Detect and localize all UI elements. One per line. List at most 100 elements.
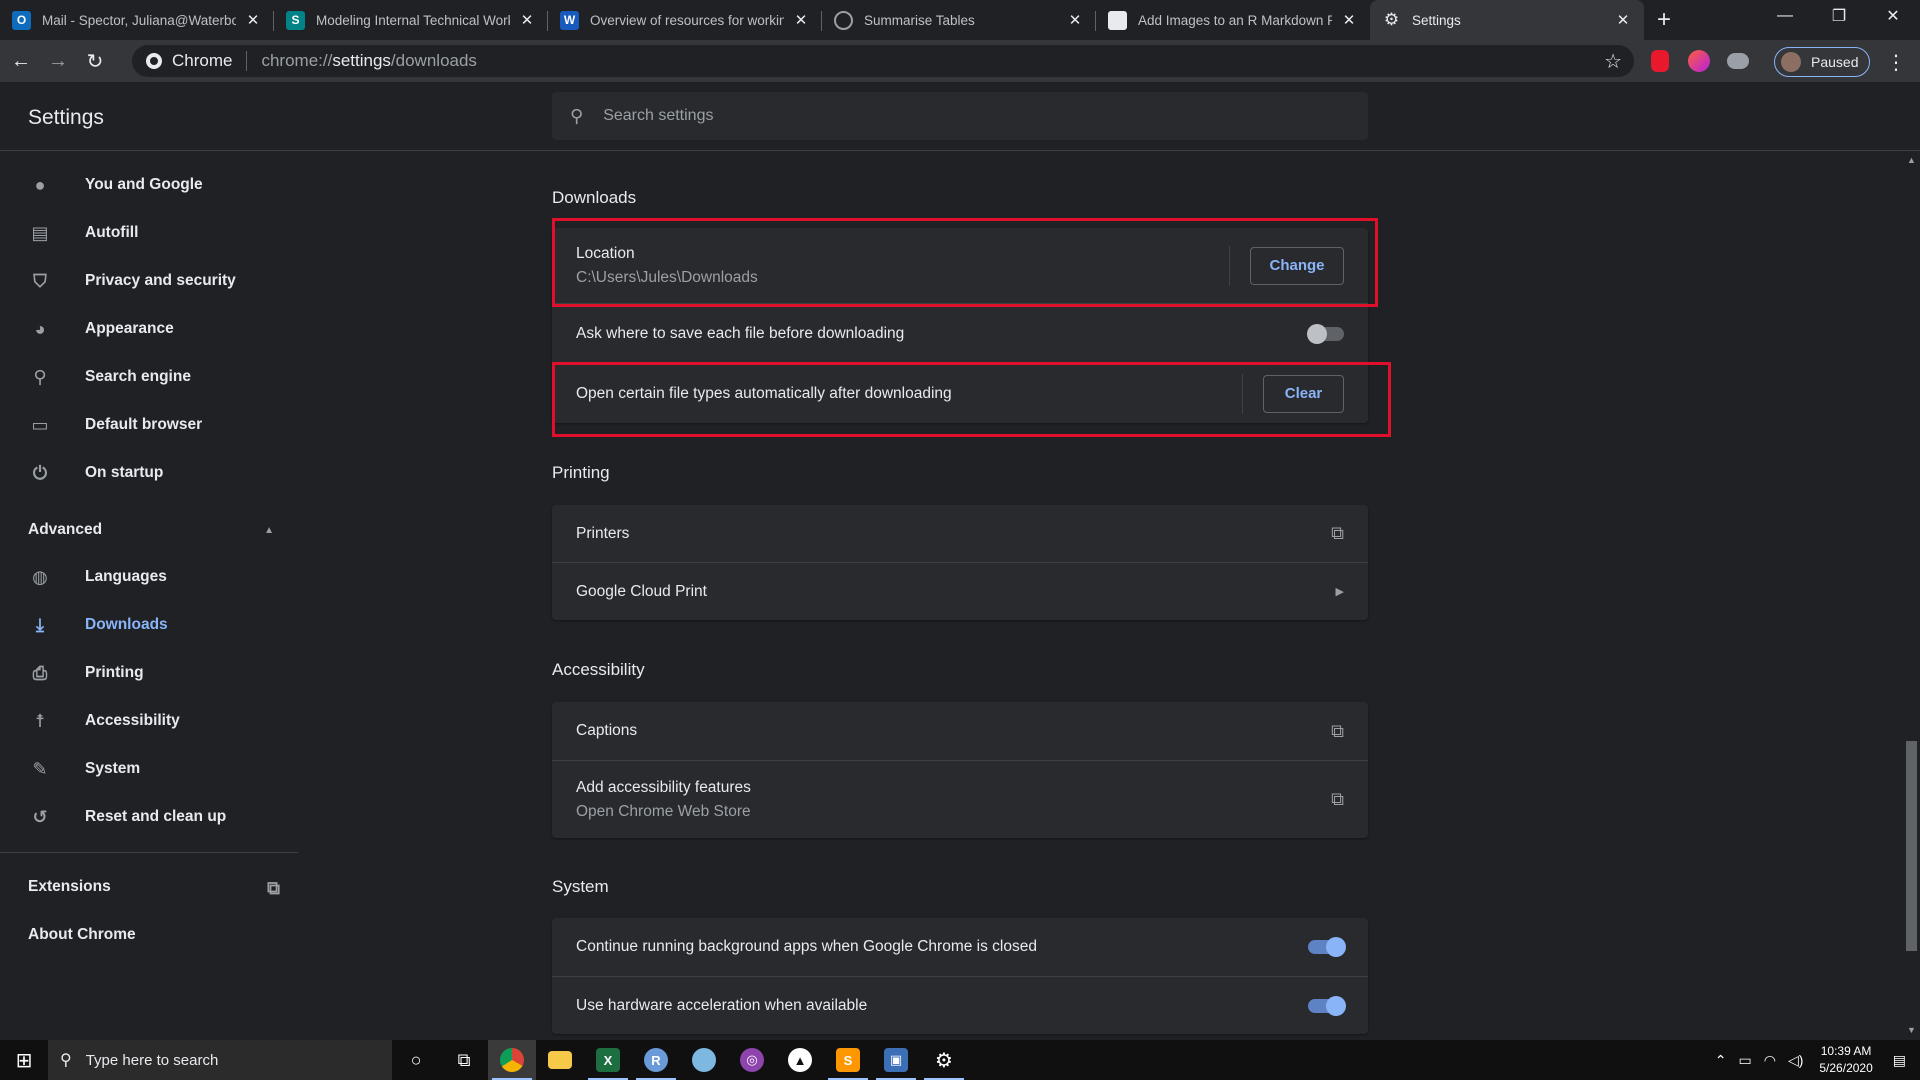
extension-cloud-icon[interactable] xyxy=(1727,53,1749,69)
sublime-icon[interactable]: S xyxy=(824,1040,872,1080)
sidebar-item-languages[interactable]: ◍ Languages xyxy=(0,557,300,597)
captions-label: Captions xyxy=(576,722,638,739)
purple-app-icon[interactable]: ◎ xyxy=(728,1040,776,1080)
sidebar-item-about-chrome[interactable]: About Chrome xyxy=(28,926,136,944)
close-icon[interactable]: ✕ xyxy=(1614,11,1632,29)
extension-red-icon[interactable] xyxy=(1651,50,1669,72)
close-icon[interactable]: ✕ xyxy=(244,11,262,29)
wifi-icon[interactable]: ◠ xyxy=(1764,1052,1776,1069)
toggle-knob xyxy=(1326,995,1346,1016)
printers-row[interactable]: Printers ⧉ xyxy=(552,505,1368,562)
cortana-icon[interactable]: ○ xyxy=(392,1040,440,1080)
clock[interactable]: 10:39 AM 5/26/2020 xyxy=(1819,1043,1872,1077)
sidebar-item-system[interactable]: ✎ System xyxy=(0,749,300,789)
bookmark-star-icon[interactable]: ☆ xyxy=(1604,49,1622,74)
extension-moon-icon[interactable] xyxy=(1688,50,1710,72)
back-icon[interactable]: ← xyxy=(5,45,37,77)
add-accessibility-text: Add accessibility features Open Chrome W… xyxy=(576,779,1331,821)
taskbar-search-input[interactable]: ⚲ Type here to search xyxy=(48,1040,392,1080)
caret-up-icon: ▲ xyxy=(264,525,274,536)
add-accessibility-row[interactable]: Add accessibility features Open Chrome W… xyxy=(552,760,1368,838)
sidebar-item-reset[interactable]: ↺ Reset and clean up xyxy=(0,797,300,837)
file-explorer-icon[interactable] xyxy=(536,1040,584,1080)
cloud-print-row[interactable]: Google Cloud Print ▶ xyxy=(552,562,1368,620)
scroll-up-icon[interactable]: ▲ xyxy=(1907,155,1916,165)
remote-desktop-icon[interactable]: ▣ xyxy=(872,1040,920,1080)
more-menu-icon[interactable]: ⋮ xyxy=(1886,50,1906,75)
task-view-icon[interactable]: ⧉ xyxy=(440,1040,488,1080)
excel-logo-icon: X xyxy=(596,1048,620,1072)
background-apps-toggle[interactable] xyxy=(1308,937,1346,957)
paint-icon[interactable] xyxy=(680,1040,728,1080)
hw-accel-row[interactable]: Use hardware acceleration when available xyxy=(552,976,1368,1034)
sidebar-item-accessibility[interactable]: ☨ Accessibility xyxy=(0,701,300,741)
highlight-box-auto-open xyxy=(552,362,1391,437)
sidebar-item-extensions[interactable]: Extensions ⧉ xyxy=(28,878,280,899)
clock-date: 5/26/2020 xyxy=(1819,1061,1873,1075)
sidebar-item-autofill[interactable]: ▤ Autofill xyxy=(0,213,300,253)
windows-taskbar: ⊞ ⚲ Type here to search ○ ⧉ X R ◎ ▲ S ▣ … xyxy=(0,1040,1920,1080)
window-controls: — ❐ ✕ xyxy=(1758,0,1920,32)
close-icon[interactable]: ✕ xyxy=(792,11,810,29)
background-apps-label: Continue running background apps when Go… xyxy=(576,938,1037,955)
sidebar-item-appearance[interactable]: ◕ Appearance xyxy=(0,309,300,349)
captions-row[interactable]: Captions ⧉ xyxy=(552,702,1368,760)
forward-icon[interactable]: → xyxy=(42,45,74,77)
tab-modeling[interactable]: S Modeling Internal Technical Working ✕ xyxy=(274,0,548,40)
browser-icon: ▭ xyxy=(31,414,49,435)
sidebar-item-downloads[interactable]: ⤓ Downloads xyxy=(0,605,300,645)
notification-icon[interactable]: ▤ xyxy=(1893,1052,1906,1069)
clipboard-icon: ▤ xyxy=(31,222,49,243)
address-bar[interactable]: Chrome chrome://settings/downloads ☆ xyxy=(132,45,1634,77)
scrollbar[interactable]: ▲ ▼ xyxy=(1903,151,1920,1040)
photos-icon[interactable]: ▲ xyxy=(776,1040,824,1080)
external-link-icon: ⧉ xyxy=(1331,523,1344,543)
sidebar-item-search-engine[interactable]: ⚲ Search engine xyxy=(0,357,300,397)
excel-icon[interactable]: X xyxy=(584,1040,632,1080)
extensions-label: Extensions xyxy=(28,878,111,895)
sidebar-advanced-toggle[interactable]: Advanced ▲ xyxy=(28,521,274,539)
tab-overview[interactable]: W Overview of resources for working wi ✕ xyxy=(548,0,822,40)
section-title-downloads: Downloads xyxy=(552,188,637,207)
tab-rmarkdown[interactable]: Add Images to an R Markdown Repo ✕ xyxy=(1096,0,1370,40)
external-link-icon: ⧉ xyxy=(1331,720,1344,741)
ask-where-toggle[interactable] xyxy=(1307,323,1344,344)
ask-where-row[interactable]: Ask where to save each file before downl… xyxy=(552,303,1368,363)
sidebar-item-printing[interactable]: ⎙ Printing xyxy=(0,653,300,693)
tab-mail[interactable]: O Mail - Spector, Juliana@Waterboards ✕ xyxy=(0,0,274,40)
sidebar-item-on-startup[interactable]: ⏻ On startup xyxy=(0,453,300,493)
chrome-logo-icon xyxy=(500,1048,524,1072)
profile-button[interactable]: Paused xyxy=(1774,47,1870,77)
close-window-icon[interactable]: ✕ xyxy=(1866,0,1920,32)
chrome-taskbar-icon[interactable] xyxy=(488,1040,536,1080)
r-icon[interactable]: R xyxy=(632,1040,680,1080)
tab-summarise[interactable]: Summarise Tables ✕ xyxy=(822,0,1096,40)
scrollbar-thumb[interactable] xyxy=(1906,741,1917,951)
chevron-up-icon[interactable]: ⌃ xyxy=(1715,1052,1727,1069)
sidebar-item-you-and-google[interactable]: ● You and Google xyxy=(0,165,300,205)
reload-icon[interactable]: ↻ xyxy=(79,45,111,77)
close-icon[interactable]: ✕ xyxy=(1340,11,1358,29)
shield-icon: ⛉ xyxy=(33,270,47,291)
new-tab-button[interactable]: + xyxy=(1644,0,1684,40)
minimize-icon[interactable]: — xyxy=(1758,0,1812,32)
search-input[interactable]: ⚲ Search settings xyxy=(552,92,1368,140)
r-logo-icon: R xyxy=(644,1048,668,1072)
close-icon[interactable]: ✕ xyxy=(518,11,536,29)
settings-taskbar-icon[interactable]: ⚙ xyxy=(920,1040,968,1080)
hw-accel-toggle[interactable] xyxy=(1308,995,1346,1016)
cloud-print-label: Google Cloud Print xyxy=(576,582,707,600)
section-title-accessibility: Accessibility xyxy=(552,660,645,679)
sidebar-item-privacy[interactable]: ⛉ Privacy and security xyxy=(0,261,300,301)
battery-icon[interactable]: ▭ xyxy=(1738,1052,1751,1069)
sidebar-item-label: Default browser xyxy=(85,416,203,433)
accessibility-card: Captions ⧉ Add accessibility features Op… xyxy=(552,702,1368,838)
close-icon[interactable]: ✕ xyxy=(1066,11,1084,29)
restore-icon[interactable]: ❐ xyxy=(1812,0,1866,32)
windows-start-icon[interactable]: ⊞ xyxy=(0,1040,48,1080)
sidebar-item-default-browser[interactable]: ▭ Default browser xyxy=(0,405,300,445)
volume-icon[interactable]: ◁) xyxy=(1788,1052,1803,1069)
tab-settings[interactable]: ⚙ Settings ✕ xyxy=(1370,0,1644,40)
background-apps-row[interactable]: Continue running background apps when Go… xyxy=(552,918,1368,976)
scroll-down-icon[interactable]: ▼ xyxy=(1907,1025,1916,1035)
